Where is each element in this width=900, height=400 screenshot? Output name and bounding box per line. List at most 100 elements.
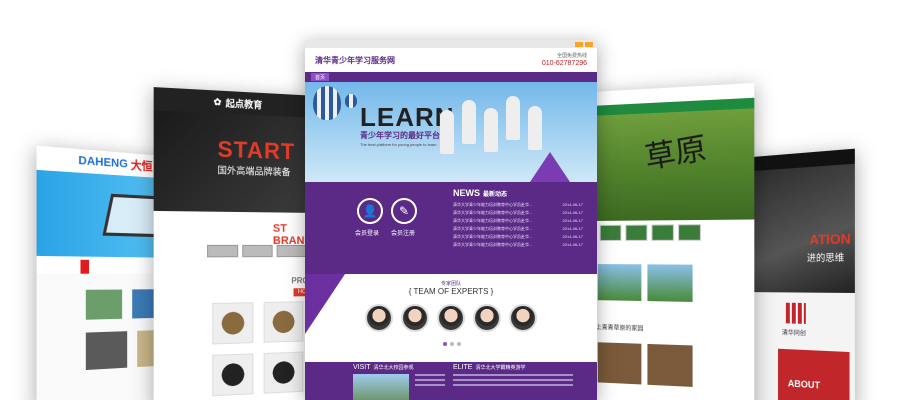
site-preview-grassland[interactable]: 草原 爱上青青草原的家园 [590, 82, 755, 400]
news-item[interactable]: 清华大学青少年能力培训教育中心学员赴华... 2014-06-17 [453, 201, 583, 209]
product-gloves[interactable] [263, 301, 304, 343]
news-item[interactable]: 清华大学青少年能力培训教育中心学员赴华... 2014-06-17 [453, 217, 583, 225]
decor-triangle [530, 152, 570, 182]
hero-banner: LEARN 青少年学习的最好平台 The best platform for y… [305, 82, 597, 182]
site-logo: 起点教育 [225, 97, 263, 110]
product-watch[interactable] [212, 353, 254, 397]
expert-avatar[interactable] [473, 304, 501, 332]
nav-item[interactable] [393, 73, 401, 81]
hero-slogan: 青少年学习的最好平台 [360, 131, 440, 140]
carousel-dots [443, 342, 461, 346]
carousel-dot[interactable] [443, 342, 447, 346]
user-icon[interactable]: 👤 [357, 198, 383, 224]
expert-avatar[interactable] [437, 304, 465, 332]
landscape-photo[interactable] [647, 264, 693, 302]
thumbnail[interactable] [651, 224, 674, 241]
expert-avatar[interactable] [509, 304, 537, 332]
nav-item[interactable] [357, 73, 365, 81]
team-title-cn: 专家团队 [440, 281, 461, 287]
main-nav: 首页 [305, 72, 597, 82]
site-preview-qidian[interactable]: ✿ 起点教育 START 国外高端品牌装备 ST BRAND PROD HOT [153, 87, 318, 400]
company-section: 清华同创 ABOUT [740, 292, 855, 400]
team-title-en: { TEAM OF EXPERTS } [408, 287, 494, 296]
thumbnail[interactable] [599, 224, 622, 241]
hero-banner: ATION 进的思维 [740, 163, 855, 294]
product-watch[interactable] [263, 351, 304, 394]
news-title: NEWS 最新动态 [453, 188, 508, 198]
hero-title: START [217, 136, 296, 165]
pencil-icon[interactable]: ✎ [391, 198, 417, 224]
browser-bar [305, 40, 597, 48]
hero-tagline: The best platform for young people to le… [360, 142, 437, 147]
window-button[interactable] [575, 41, 583, 47]
hotline: 全国免费热线 010-62787296 [541, 53, 587, 67]
news-item[interactable]: 清华大学青少年能力培训教育中心学员赴华... 2014-06-17 [453, 225, 583, 233]
visit-elite-section: VISIT 清华北大校园参观 ELITE 清华北大学霸精英游学 [305, 362, 597, 400]
register-button[interactable]: 会员注册 [391, 228, 415, 237]
balloon-icon [345, 94, 357, 108]
carousel-dot[interactable] [457, 342, 461, 346]
photo-grid [597, 342, 693, 387]
expert-avatar[interactable] [365, 304, 393, 332]
visit-list [415, 374, 445, 389]
hero-title: ATION [809, 230, 851, 248]
campus-photo[interactable] [353, 374, 409, 400]
nav-item[interactable] [333, 73, 341, 81]
brand-chip[interactable] [242, 244, 273, 258]
photo[interactable] [597, 342, 642, 385]
nav-item[interactable] [95, 260, 103, 274]
nav-item-active[interactable] [80, 259, 89, 274]
expert-avatars [365, 304, 537, 332]
nav-item[interactable] [381, 73, 389, 81]
calligraphy-title: 草原 [642, 130, 709, 177]
nav-item-home[interactable]: 首页 [311, 73, 330, 81]
hero-subtitle: 进的思维 [806, 252, 845, 264]
photo[interactable] [647, 343, 693, 387]
hero-banner: 草原 [590, 108, 755, 221]
nav-item[interactable] [405, 73, 413, 81]
site-preview-tongchuang[interactable]: ATION 进的思维 清华同创 ABOUT [740, 148, 855, 400]
company-logo-icon [785, 302, 806, 324]
news-section: 👤 ✎ 会员登录 会员注册 NEWS 最新动态 清华大学青少年能力培训教育中心学员… [305, 182, 597, 274]
news-item[interactable]: 清华大学青少年能力培训教育中心学员赴华... 2014-06-17 [453, 209, 583, 217]
thumbnail[interactable] [678, 224, 701, 241]
login-button[interactable]: 会员登录 [355, 228, 379, 237]
showcase-stage: DAHENG 大恒 ✿ 起点教育 START 国外高端品牌装备 STBRAND [0, 0, 900, 400]
brand-section: ST BRAND [153, 210, 318, 275]
nav-item[interactable] [369, 73, 377, 81]
product-image[interactable] [85, 331, 128, 371]
news-list: NEWS 最新动态 清华大学青少年能力培训教育中心学员赴华... 2014-06-1… [453, 188, 583, 249]
news-item[interactable]: 清华大学青少年能力培训教育中心学员赴华... 2014-06-17 [453, 233, 583, 241]
brand-chip[interactable] [207, 244, 239, 258]
balloon-icon [313, 86, 341, 120]
hero-banner: START 国外高端品牌装备 [153, 110, 318, 213]
company-name: 清华同创 [781, 330, 806, 338]
site-brand: 清华青少年学习服务网 [315, 55, 395, 65]
logo-icon: ✿ [213, 96, 222, 107]
thumbnail[interactable] [625, 224, 648, 241]
elite-title: ELITE 清华北大学霸精英游学 [453, 364, 526, 371]
landscape-photo[interactable] [597, 264, 642, 301]
logo-en: DAHENG [78, 154, 128, 171]
team-section: 专家团队 { TEAM OF EXPERTS } [305, 274, 597, 362]
logo-cn: 大恒 [130, 159, 153, 174]
about-button[interactable]: ABOUT [778, 348, 850, 400]
visit-title: VISIT 清华北大校园参观 [353, 364, 414, 371]
brand-chip[interactable] [276, 244, 307, 258]
site-header: 清华青少年学习服务网 全国免费热线 010-62787296 [305, 48, 597, 72]
nav-item[interactable] [345, 73, 353, 81]
site-preview-tsinghua[interactable]: 清华青少年学习服务网 全国免费热线 010-62787296 首页 LEARN … [305, 40, 597, 400]
brand-logos [207, 244, 307, 258]
window-button[interactable] [585, 41, 593, 47]
thumbnail-strip [590, 219, 755, 252]
section-caption: 爱上青青草原的家园 [590, 325, 644, 333]
product-image[interactable] [85, 289, 123, 320]
carousel-dot[interactable] [450, 342, 454, 346]
elite-list [453, 374, 573, 389]
expert-avatar[interactable] [401, 304, 429, 332]
hero-subtitle: 国外高端品牌装备 [217, 165, 291, 178]
product-gloves[interactable] [212, 302, 254, 345]
photo-grid [597, 264, 693, 302]
product-grid [212, 301, 304, 397]
news-item[interactable]: 清华大学青少年能力培训教育中心学员赴华... 2014-06-17 [453, 241, 583, 249]
